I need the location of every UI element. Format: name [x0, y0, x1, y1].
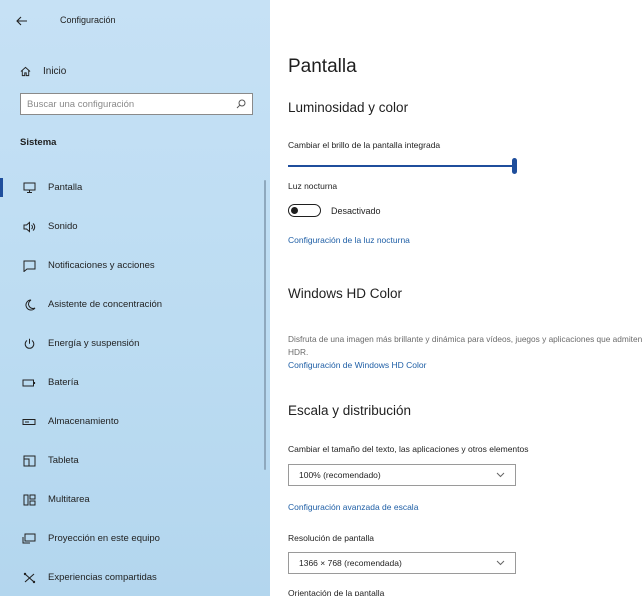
sidebar-item-label: Almacenamiento — [48, 416, 119, 427]
multitask-icon — [21, 492, 37, 508]
moon-icon — [21, 297, 37, 313]
resolution-label: Resolución de pantalla — [288, 533, 375, 543]
sidebar-item-experiencias[interactable]: Experiencias compartidas — [0, 558, 270, 596]
sidebar-item-notificaciones[interactable]: Notificaciones y acciones — [0, 246, 270, 285]
sidebar-item-concentracion[interactable]: Asistente de concentración — [0, 285, 270, 324]
projection-icon — [21, 531, 37, 547]
notification-icon — [21, 258, 37, 274]
sidebar-item-bateria[interactable]: Batería — [0, 363, 270, 402]
brightness-slider-label: Cambiar el brillo de la pantalla integra… — [288, 140, 441, 150]
page-title: Pantalla — [288, 56, 357, 77]
sidebar-item-label: Batería — [48, 377, 79, 388]
back-button[interactable] — [16, 12, 36, 32]
resolution-dropdown[interactable]: 1366 × 768 (recomendada) — [288, 552, 516, 574]
search-button[interactable] — [230, 94, 252, 114]
storage-icon — [21, 414, 37, 430]
sidebar-item-label: Tableta — [48, 455, 79, 466]
section-title: Sistema — [20, 137, 57, 148]
sidebar-item-label: Experiencias compartidas — [48, 572, 157, 583]
title-bar: Configuración — [0, 0, 270, 44]
sidebar-item-almacenamiento[interactable]: Almacenamiento — [0, 402, 270, 441]
sidebar-item-tableta[interactable]: Tableta — [0, 441, 270, 480]
brightness-slider[interactable] — [288, 158, 517, 174]
sidebar-scrollbar[interactable] — [264, 180, 266, 470]
sidebar-item-home[interactable]: Inicio — [20, 58, 66, 84]
sidebar: Configuración Inicio Sistema — [0, 0, 270, 596]
hdr-description: Disfruta de una imagen más brillante y d… — [288, 334, 643, 357]
resolution-value: 1366 × 768 (recomendada) — [299, 558, 402, 568]
sidebar-item-label: Multitarea — [48, 494, 90, 505]
night-light-toggle[interactable] — [288, 204, 321, 217]
search-input[interactable] — [21, 95, 230, 113]
scale-size-label: Cambiar el tamaño del texto, las aplicac… — [288, 444, 529, 454]
power-icon — [21, 336, 37, 352]
chevron-down-icon — [496, 472, 505, 478]
chevron-down-icon — [496, 560, 505, 566]
sidebar-item-multitarea[interactable]: Multitarea — [0, 480, 270, 519]
night-light-state: Desactivado — [331, 205, 381, 216]
search-icon — [236, 99, 246, 109]
scale-heading: Escala y distribución — [288, 403, 412, 418]
night-light-settings-link[interactable]: Configuración de la luz nocturna — [288, 235, 410, 245]
settings-window: Configuración Inicio Sistema — [0, 0, 643, 596]
window-title: Configuración — [60, 15, 116, 25]
orientation-label: Orientación de la pantalla — [288, 588, 385, 596]
tablet-icon — [21, 453, 37, 469]
home-icon — [20, 66, 31, 76]
shared-icon — [21, 570, 37, 586]
toggle-knob — [291, 206, 298, 214]
hdr-settings-link[interactable]: Configuración de Windows HD Color — [288, 360, 426, 370]
advanced-scale-link[interactable]: Configuración avanzada de escala — [288, 502, 418, 512]
speaker-icon — [21, 219, 37, 235]
sidebar-nav: Pantalla Sonido Notificaciones y accione… — [0, 168, 270, 596]
search-box[interactable] — [20, 93, 253, 115]
home-label: Inicio — [43, 65, 67, 77]
sidebar-item-energia[interactable]: Energía y suspensión — [0, 324, 270, 363]
slider-fill — [288, 165, 514, 167]
back-arrow-icon — [16, 16, 27, 26]
sidebar-item-label: Sonido — [48, 221, 78, 232]
sidebar-item-proyeccion[interactable]: Proyección en este equipo — [0, 519, 270, 558]
night-light-toggle-row: Desactivado — [288, 204, 381, 217]
brightness-heading: Luminosidad y color — [288, 100, 409, 115]
battery-icon — [21, 375, 37, 391]
monitor-icon — [21, 180, 37, 196]
slider-thumb[interactable] — [512, 158, 517, 174]
scale-size-value: 100% (recomendado) — [299, 470, 381, 480]
sidebar-item-label: Notificaciones y acciones — [48, 260, 155, 271]
sidebar-item-label: Asistente de concentración — [48, 299, 163, 310]
sidebar-item-label: Energía y suspensión — [48, 338, 140, 349]
sidebar-item-label: Pantalla — [48, 182, 83, 193]
hdr-heading: Windows HD Color — [288, 286, 403, 301]
sidebar-item-label: Proyección en este equipo — [48, 533, 160, 544]
night-light-label: Luz nocturna — [288, 181, 338, 191]
main-content: Pantalla Luminosidad y color Cambiar el … — [288, 0, 643, 596]
sidebar-item-pantalla[interactable]: Pantalla — [0, 168, 270, 207]
scale-size-dropdown[interactable]: 100% (recomendado) — [288, 464, 516, 486]
sidebar-item-sonido[interactable]: Sonido — [0, 207, 270, 246]
